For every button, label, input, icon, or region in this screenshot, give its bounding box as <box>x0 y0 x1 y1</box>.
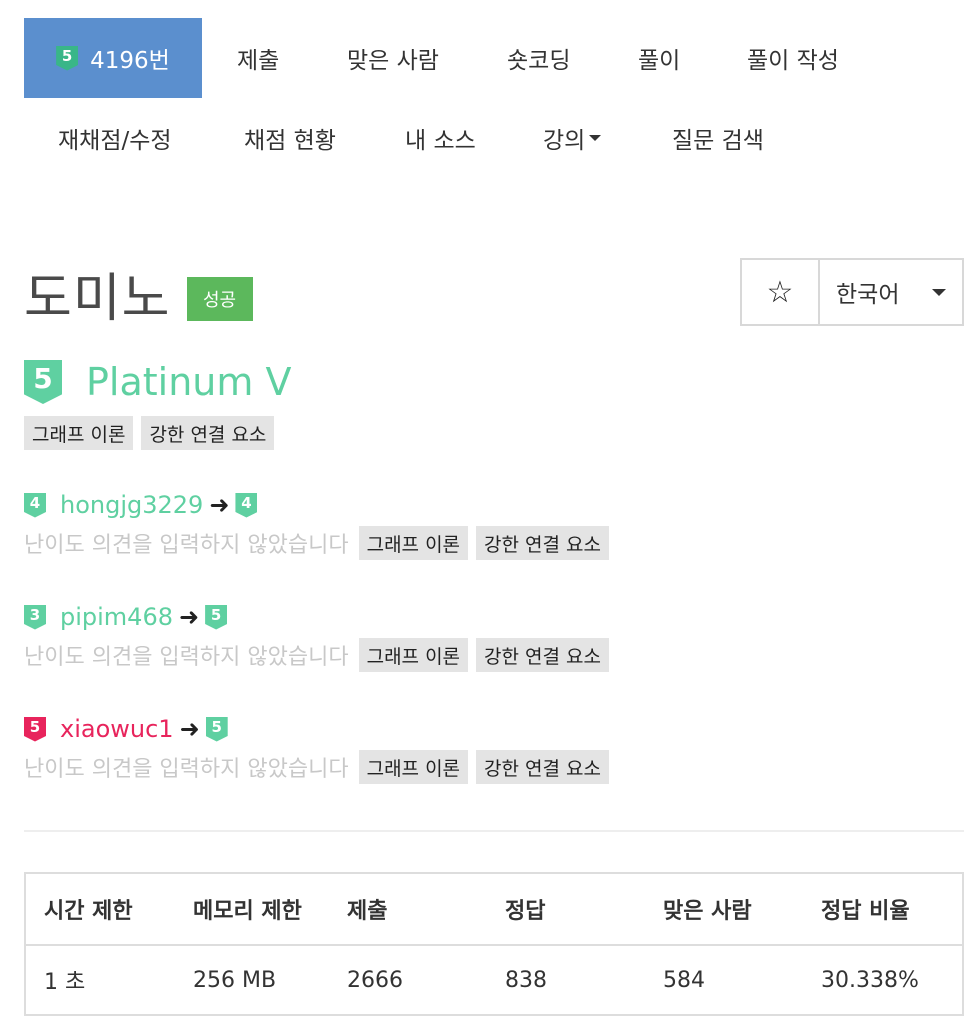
problem-tags: 그래프 이론 강한 연결 요소 <box>24 416 282 450</box>
header-accepted-users: 맞은 사람 <box>645 873 803 946</box>
language-dropdown[interactable]: 한국어 <box>820 260 962 324</box>
nav-short-coding[interactable]: 숏코딩 <box>507 18 597 98</box>
language-label: 한국어 <box>836 282 900 308</box>
tag-scc[interactable]: 강한 연결 요소 <box>141 416 275 450</box>
nav-rejudge[interactable]: 재채점/수정 <box>58 98 208 178</box>
difficulty-opinion: 5 xiaowuc1 ➜ 5 난이도 의견을 입력하지 않았습니다 그래프 이론… <box>24 712 964 784</box>
nav-problem-number-label: 4196번 <box>90 48 170 74</box>
problem-title-row: 도미노 성공 <box>24 258 253 329</box>
time-limit-value: 1 초 <box>44 970 86 995</box>
platinum-tier-icon: 5 <box>56 45 79 71</box>
nav-judge-status[interactable]: 채점 현황 <box>244 98 364 178</box>
nav-accepted-users[interactable]: 맞은 사람 <box>347 18 467 98</box>
status-badge: 성공 <box>186 277 253 321</box>
nav-problem-number[interactable]: 5 4196번 <box>24 18 202 98</box>
nav-write-solution[interactable]: 풀이 작성 <box>747 18 867 98</box>
problem-title: 도미노 <box>24 268 171 329</box>
platinum-tier-icon: 4 <box>24 492 46 518</box>
nav-solutions[interactable]: 풀이 <box>638 18 708 98</box>
tag-scc[interactable]: 강한 연결 요소 <box>476 750 610 784</box>
header-memory-limit: 메모리 제한 <box>175 873 329 946</box>
caret-down-icon <box>589 135 602 141</box>
table-header-row: 시간 제한 메모리 제한 제출 정답 맞은 사람 정답 비율 <box>25 873 963 946</box>
difficulty-opinion: 4 hongjg3229 ➜ 4 난이도 의견을 입력하지 않았습니다 그래프 … <box>24 488 964 560</box>
header-submissions: 제출 <box>329 873 487 946</box>
nav-my-source[interactable]: 내 소스 <box>405 98 505 178</box>
platinum-tier-icon: 3 <box>24 604 46 630</box>
header-accepted: 정답 <box>487 873 645 946</box>
accepted-value: 838 <box>505 967 547 993</box>
opinion-note: 난이도 의견을 입력하지 않았습니다 <box>24 533 349 558</box>
platinum-tier-icon: 5 <box>205 716 228 742</box>
accepted-users-value: 584 <box>663 967 705 993</box>
memory-limit-value: 256 MB <box>193 967 277 993</box>
difficulty-opinion: 3 pipim468 ➜ 5 난이도 의견을 입력하지 않았습니다 그래프 이론… <box>24 600 964 672</box>
tag-graph-theory[interactable]: 그래프 이론 <box>358 526 469 560</box>
tag-graph-theory[interactable]: 그래프 이론 <box>358 638 469 672</box>
header-time-limit: 시간 제한 <box>25 873 175 946</box>
arrow-right-icon: ➜ <box>179 715 200 743</box>
nav-lectures-dropdown[interactable]: 강의 <box>543 98 633 178</box>
opinion-user-link[interactable]: xiaowuc1 <box>60 715 174 743</box>
opinion-note: 난이도 의견을 입력하지 않았습니다 <box>24 645 349 670</box>
problem-info-table: 시간 제한 메모리 제한 제출 정답 맞은 사람 정답 비율 1 초 256 M… <box>24 872 964 1016</box>
submissions-value: 2666 <box>347 967 403 993</box>
nav-question-search[interactable]: 질문 검색 <box>672 98 792 178</box>
platinum-tier-icon: 5 <box>24 360 62 404</box>
problem-action-group: ☆ 한국어 <box>740 258 964 326</box>
arrow-right-icon: ➜ <box>179 603 200 631</box>
nav-submit[interactable]: 제출 <box>237 18 317 98</box>
platinum-tier-icon: 5 <box>205 604 228 630</box>
opinion-user-link[interactable]: pipim468 <box>60 603 173 631</box>
tag-scc[interactable]: 강한 연결 요소 <box>476 526 610 560</box>
tier-name[interactable]: Platinum V <box>86 360 291 404</box>
problem-tier: 5 Platinum V <box>24 356 291 408</box>
arrow-right-icon: ➜ <box>209 491 230 519</box>
tag-scc[interactable]: 강한 연결 요소 <box>476 638 610 672</box>
divider <box>24 830 964 832</box>
opinion-note: 난이도 의견을 입력하지 않았습니다 <box>24 757 349 782</box>
star-icon: ☆ <box>766 274 794 310</box>
table-row: 1 초 256 MB 2666 838 584 30.338% <box>25 945 963 1015</box>
accept-ratio-value: 30.338% <box>821 967 919 993</box>
header-accept-ratio: 정답 비율 <box>803 873 963 946</box>
tag-graph-theory[interactable]: 그래프 이론 <box>358 750 469 784</box>
nav-lectures-label: 강의 <box>543 128 586 154</box>
star-button[interactable]: ☆ <box>742 260 820 324</box>
ruby-tier-icon: 5 <box>24 716 46 742</box>
tag-graph-theory[interactable]: 그래프 이론 <box>24 416 134 450</box>
platinum-tier-icon: 4 <box>235 492 258 518</box>
caret-down-icon <box>932 288 946 296</box>
opinion-user-link[interactable]: hongjg3229 <box>60 491 203 519</box>
